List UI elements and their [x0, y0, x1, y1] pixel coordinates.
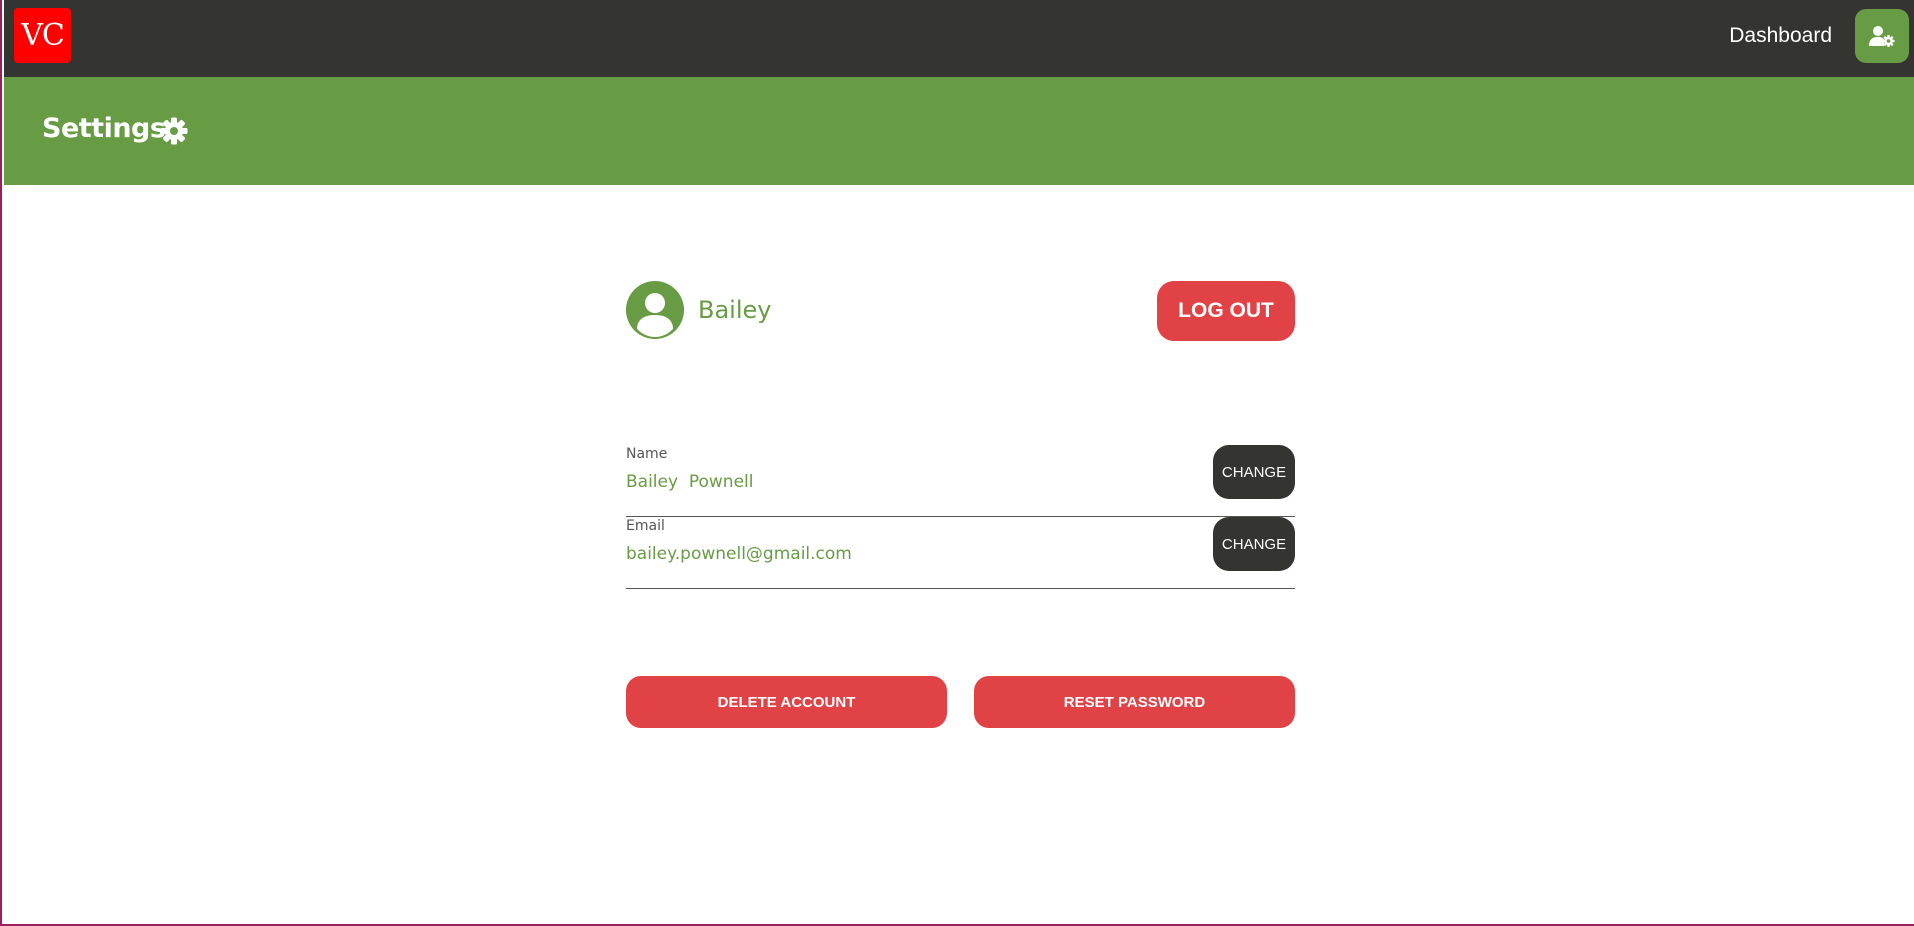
change-email-button[interactable]: CHANGE: [1213, 517, 1295, 571]
page-title: Settings: [42, 113, 166, 144]
page-header: Settings: [4, 77, 1914, 185]
nav-link-dashboard[interactable]: Dashboard: [1729, 24, 1832, 48]
change-name-button[interactable]: CHANGE: [1213, 445, 1295, 499]
reset-password-button[interactable]: RESET PASSWORD: [974, 676, 1295, 728]
name-field-value: Bailey Pownell: [626, 472, 754, 492]
app-frame: VC Dashboard Settings Bailey LOG OUT Nam…: [0, 0, 1914, 926]
email-field: Email bailey.pownell@gmail.com CHANGE: [626, 517, 1295, 589]
logout-button[interactable]: LOG OUT: [1157, 281, 1295, 341]
logo[interactable]: VC: [14, 8, 71, 63]
user-settings-button[interactable]: [1855, 9, 1909, 63]
name-field: Name Bailey Pownell CHANGE: [626, 445, 1295, 517]
email-field-value: bailey.pownell@gmail.com: [626, 544, 852, 564]
user-avatar-icon: [626, 281, 684, 339]
delete-account-button[interactable]: DELETE ACCOUNT: [626, 676, 947, 728]
gear-icon: [160, 117, 188, 145]
top-nav-bar: VC Dashboard: [4, 0, 1914, 77]
username: Bailey: [698, 296, 772, 324]
email-field-label: Email: [626, 518, 665, 534]
user-gear-icon: [1869, 25, 1895, 47]
name-field-label: Name: [626, 446, 668, 462]
